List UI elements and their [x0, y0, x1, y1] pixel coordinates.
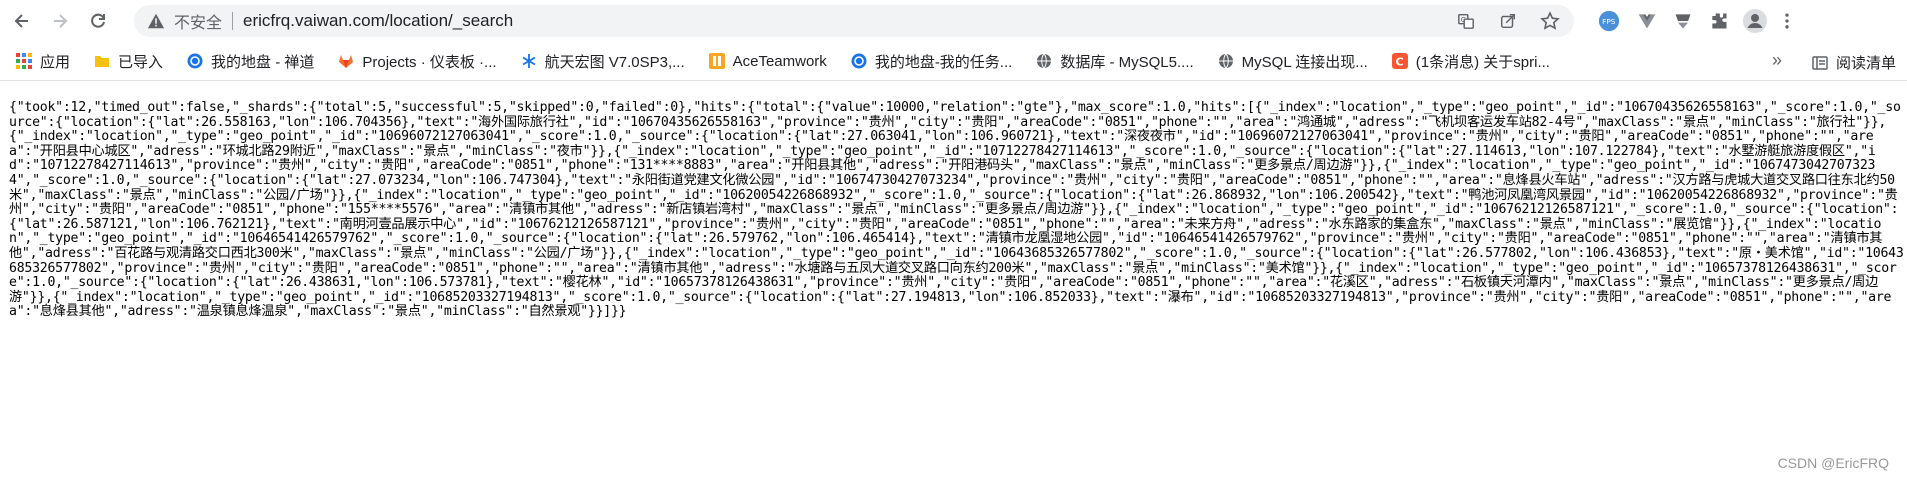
- bookmark-mysql-db[interactable]: 数据库 - MySQL5....: [1036, 51, 1194, 72]
- reading-list-label: 阅读清单: [1836, 55, 1897, 72]
- bookmark-label: Projects · 仪表板 ·...: [362, 53, 497, 71]
- apps-grid-icon: [16, 53, 32, 69]
- back-button[interactable]: [8, 7, 36, 35]
- ad-block-extension-icon[interactable]: [1670, 8, 1696, 34]
- reading-list-button[interactable]: 阅读清单: [1812, 52, 1896, 73]
- extensions-puzzle-icon[interactable]: [1706, 8, 1732, 34]
- bookmark-label: 我的地盘-我的任务...: [874, 53, 1013, 71]
- aceteamwork-icon: [708, 53, 725, 69]
- warning-icon[interactable]: [146, 11, 166, 31]
- bookmark-zentao-tasks[interactable]: 我的地盘-我的任务...: [851, 51, 1013, 72]
- folder-icon: [94, 53, 110, 69]
- reload-button[interactable]: [84, 7, 112, 35]
- reload-icon: [91, 13, 105, 28]
- snowflake-icon: [521, 53, 537, 69]
- json-response-body: {"took":12,"timed_out":false,"_shards":{…: [9, 100, 1904, 320]
- bookmark-aceteamwork[interactable]: AceTeamwork: [708, 52, 827, 70]
- address-bar[interactable]: 不安全 ericfrq.vaiwan.com/location/_search …: [134, 5, 1574, 37]
- reading-list-icon: [1812, 55, 1828, 71]
- vue-extension-icon[interactable]: [1634, 8, 1660, 34]
- bookmark-label: 我的地盘 - 禅道: [211, 53, 315, 71]
- profile-avatar-icon[interactable]: [1742, 8, 1768, 34]
- more-bookmarks-button[interactable]: »: [1772, 50, 1782, 71]
- globe-icon: [1036, 53, 1052, 69]
- bookmark-piesat[interactable]: 航天宏图 V7.0SP3,...: [521, 51, 685, 72]
- arrow-right-icon: [54, 14, 68, 28]
- not-secure-label[interactable]: 不安全: [174, 9, 222, 33]
- url-text[interactable]: ericfrq.vaiwan.com/location/_search: [243, 11, 513, 31]
- bookmark-label: MySQL 连接出现...: [1241, 53, 1368, 71]
- csdn-icon: C: [1391, 53, 1408, 69]
- fps-extension-icon[interactable]: FPS: [1596, 8, 1622, 34]
- browser-menu-icon[interactable]: [1774, 8, 1800, 34]
- zentao-icon: [187, 53, 203, 69]
- bookmark-star-icon[interactable]: [1540, 11, 1560, 31]
- browser-toolbar: 不安全 ericfrq.vaiwan.com/location/_search …: [0, 0, 1907, 42]
- bookmark-label: 航天宏图 V7.0SP3,...: [544, 53, 685, 71]
- bookmark-csdn[interactable]: C (1条消息) 关于spri...: [1391, 51, 1550, 72]
- apps-bookmark[interactable]: 应用: [16, 51, 70, 72]
- share-icon[interactable]: [1498, 11, 1518, 31]
- bookmark-label: (1条消息) 关于spri...: [1415, 53, 1550, 71]
- bookmark-gitlab[interactable]: Projects · 仪表板 ·...: [338, 51, 497, 72]
- apps-label: 应用: [40, 53, 71, 71]
- svg-text:FPS: FPS: [1602, 17, 1616, 26]
- csdn-watermark: CSDN @EricFRQ: [1777, 455, 1889, 471]
- gitlab-icon: [338, 53, 354, 69]
- svg-text:C: C: [1395, 56, 1403, 69]
- arrow-left-icon: [14, 14, 28, 28]
- bookmark-label: AceTeamwork: [732, 52, 827, 70]
- forward-button[interactable]: [46, 7, 74, 35]
- bookmark-label: 已导入: [118, 53, 164, 71]
- globe-icon: [1218, 53, 1234, 69]
- translate-icon[interactable]: G: [1456, 11, 1476, 31]
- bookmark-label: 数据库 - MySQL5....: [1060, 53, 1194, 71]
- bookmark-zentao[interactable]: 我的地盘 - 禅道: [187, 51, 314, 72]
- omnibox-separator: [232, 12, 234, 30]
- bookmark-mysql-connect[interactable]: MySQL 连接出现...: [1218, 51, 1368, 72]
- zentao-icon: [851, 53, 867, 69]
- bookmarks-bar: 应用 已导入 我的地盘 - 禅道 Projects · 仪表板 ·... 航天宏…: [0, 42, 1907, 81]
- bookmark-imported[interactable]: 已导入: [94, 51, 163, 72]
